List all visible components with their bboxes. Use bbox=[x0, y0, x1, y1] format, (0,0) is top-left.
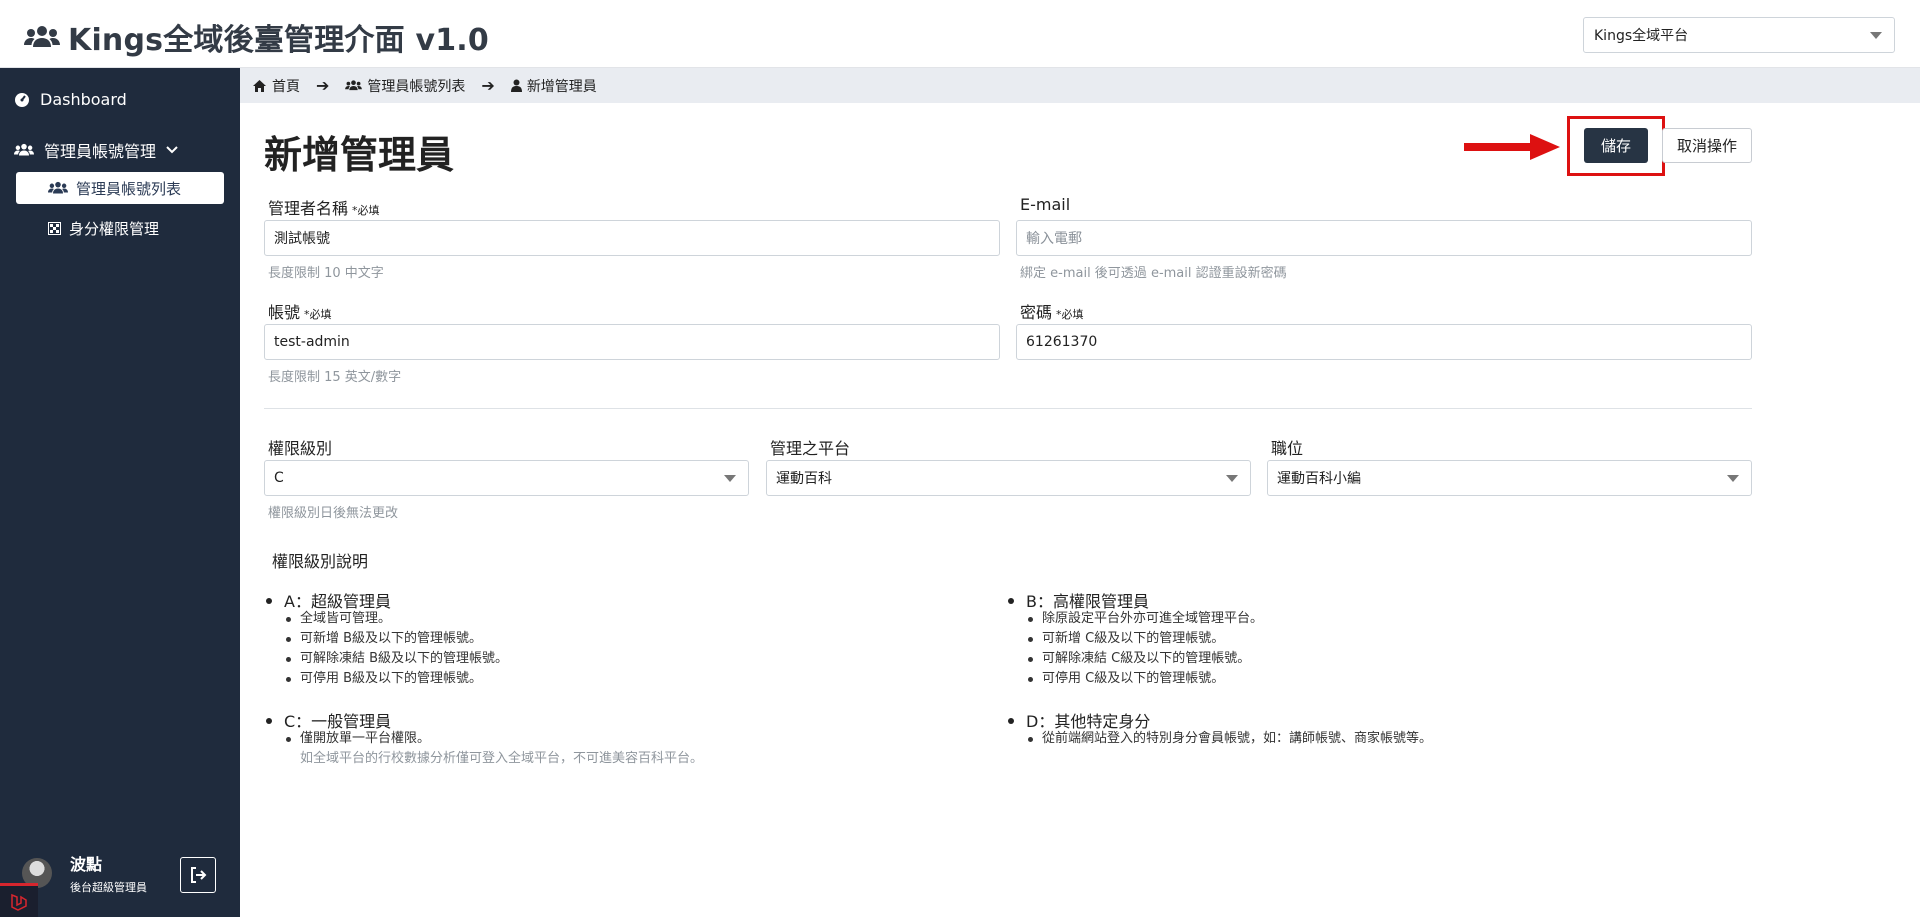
breadcrumb-admin-list[interactable]: 管理員帳號列表 bbox=[345, 76, 465, 96]
dashboard-icon bbox=[15, 92, 29, 107]
name-label: 管理者名稱 *必填 bbox=[268, 199, 380, 218]
sidebar-item-label: 管理員帳號列表 bbox=[76, 179, 182, 198]
users-icon bbox=[345, 80, 363, 91]
laravel-icon bbox=[0, 883, 38, 917]
chevron-down-icon bbox=[1727, 475, 1739, 482]
sidebar-item-dashboard[interactable]: Dashboard bbox=[14, 90, 127, 109]
level-c-items: 僅開放單一平台權限。 如全域平台的行校數據分析僅可登入全域平台，不可進美容百科平… bbox=[285, 731, 704, 766]
user-name: 波點 bbox=[70, 855, 103, 874]
position-select[interactable]: 運動百科小編 bbox=[1267, 460, 1752, 496]
page-title: 新增管理員 bbox=[264, 133, 455, 177]
name-input[interactable]: 測試帳號 bbox=[264, 220, 1000, 256]
platform-select-value: Kings全域平台 bbox=[1594, 28, 1689, 44]
required-mark: *必填 bbox=[352, 204, 380, 217]
chevron-down-icon bbox=[724, 475, 736, 482]
level-select[interactable]: C bbox=[264, 460, 749, 496]
managed-platform-select[interactable]: 運動百科 bbox=[766, 460, 1251, 496]
account-hint: 長度限制 15 英文/數字 bbox=[268, 370, 402, 385]
checkerboard-icon bbox=[48, 222, 61, 235]
level-d-items: 從前端網站登入的特別身分會員帳號，如：講師帳號、商家帳號等。 bbox=[1027, 729, 1432, 749]
user-role: 後台超級管理員 bbox=[70, 881, 147, 894]
cancel-button[interactable]: 取消操作 bbox=[1662, 128, 1752, 163]
top-header: Kings全域後臺管理介面 v1.0 Kings全域平台 bbox=[0, 0, 1920, 68]
users-icon bbox=[48, 181, 68, 194]
required-mark: *必填 bbox=[1056, 308, 1084, 321]
chevron-down-icon bbox=[1226, 475, 1238, 482]
position-label: 職位 bbox=[1271, 439, 1304, 458]
account-label: 帳號 *必填 bbox=[268, 303, 332, 322]
levels-desc-title: 權限級別說明 bbox=[272, 552, 369, 571]
brand: Kings全域後臺管理介面 v1.0 bbox=[24, 15, 489, 59]
save-button[interactable]: 儲存 bbox=[1584, 128, 1648, 163]
platform-select[interactable]: Kings全域平台 bbox=[1583, 17, 1895, 53]
arrow-right-icon: ➔ bbox=[316, 76, 330, 95]
name-hint: 長度限制 10 中文字 bbox=[268, 266, 384, 281]
sidebar: Dashboard 管理員帳號管理 管理員帳號列表 身分權限管理 波點 後台超級… bbox=[0, 68, 240, 917]
sidebar-item-role-permissions[interactable]: 身分權限管理 bbox=[48, 218, 159, 239]
email-input[interactable]: 輸入電郵 bbox=[1016, 220, 1752, 256]
email-hint: 綁定 e-mail 後可透過 e-mail 認證重設新密碼 bbox=[1020, 266, 1287, 281]
sidebar-item-label: Dashboard bbox=[40, 90, 127, 109]
chevron-down-icon bbox=[166, 146, 178, 154]
user-icon bbox=[510, 79, 522, 92]
chevron-down-icon bbox=[1870, 32, 1882, 39]
password-input[interactable]: 61261370 bbox=[1016, 324, 1752, 360]
sidebar-group-admin-accounts[interactable]: 管理員帳號管理 bbox=[14, 138, 188, 162]
level-b-items: 除原設定平台外亦可進全域管理平台。 可新增 C級及以下的管理帳號。 可解除凍結 … bbox=[1027, 609, 1263, 689]
level-hint: 權限級別日後無法更改 bbox=[268, 506, 399, 521]
users-icon bbox=[14, 143, 34, 156]
home-icon bbox=[253, 79, 266, 92]
logout-icon bbox=[191, 867, 207, 883]
users-icon bbox=[24, 26, 60, 47]
sidebar-item-label: 管理員帳號管理 bbox=[44, 142, 157, 161]
logout-button[interactable] bbox=[180, 857, 216, 893]
red-arrow-annotation bbox=[1464, 134, 1560, 160]
user-info: 波點 後台超級管理員 bbox=[22, 851, 147, 895]
breadcrumb: 首頁 ➔ 管理員帳號列表 ➔ 新增管理員 bbox=[240, 68, 1920, 103]
email-label: E-mail bbox=[1020, 195, 1071, 214]
account-input[interactable]: test-admin bbox=[264, 324, 1000, 360]
level-label: 權限級別 bbox=[268, 439, 333, 458]
level-a-items: 全域皆可管理。 可新增 B級及以下的管理帳號。 可解除凍結 B級及以下的管理帳號… bbox=[285, 609, 508, 689]
sidebar-item-label: 身分權限管理 bbox=[69, 220, 160, 238]
required-mark: *必填 bbox=[304, 308, 332, 321]
breadcrumb-current: 新增管理員 bbox=[510, 76, 597, 96]
divider bbox=[264, 408, 1752, 409]
sidebar-item-admin-list[interactable]: 管理員帳號列表 bbox=[16, 172, 224, 204]
app-title: Kings全域後臺管理介面 v1.0 bbox=[68, 23, 489, 58]
platform-label: 管理之平台 bbox=[770, 439, 851, 458]
breadcrumb-home[interactable]: 首頁 bbox=[252, 76, 300, 96]
arrow-right-icon: ➔ bbox=[481, 76, 495, 95]
password-label: 密碼 *必填 bbox=[1020, 303, 1084, 322]
